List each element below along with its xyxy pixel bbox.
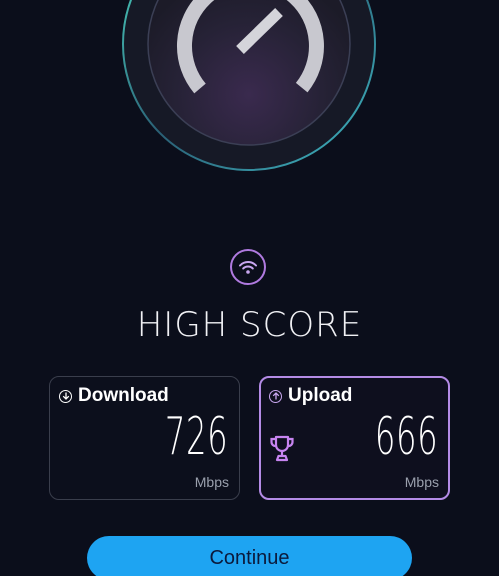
download-unit: Mbps (194, 474, 229, 490)
download-value: 726 (164, 407, 228, 467)
continue-button[interactable]: Continue (87, 536, 412, 576)
upload-value: 666 (374, 407, 438, 467)
download-result-card: Download 726 Mbps (49, 376, 240, 500)
download-label: Download (78, 385, 169, 406)
speed-test-result-screen: HIGH SCORE Download 726 Mbps Upload 666 … (0, 0, 499, 576)
speedometer-gauge (0, 0, 499, 200)
upload-header: Upload (269, 385, 352, 407)
download-header: Download (59, 385, 169, 407)
upload-arrow-icon (269, 389, 282, 403)
upload-unit: Mbps (404, 474, 439, 490)
page-title: HIGH SCORE (136, 305, 363, 345)
download-arrow-icon (59, 389, 72, 403)
trophy-icon (269, 435, 295, 467)
upload-result-card: Upload 666 Mbps (259, 376, 450, 500)
wifi-icon (230, 249, 266, 285)
upload-label: Upload (288, 385, 353, 406)
